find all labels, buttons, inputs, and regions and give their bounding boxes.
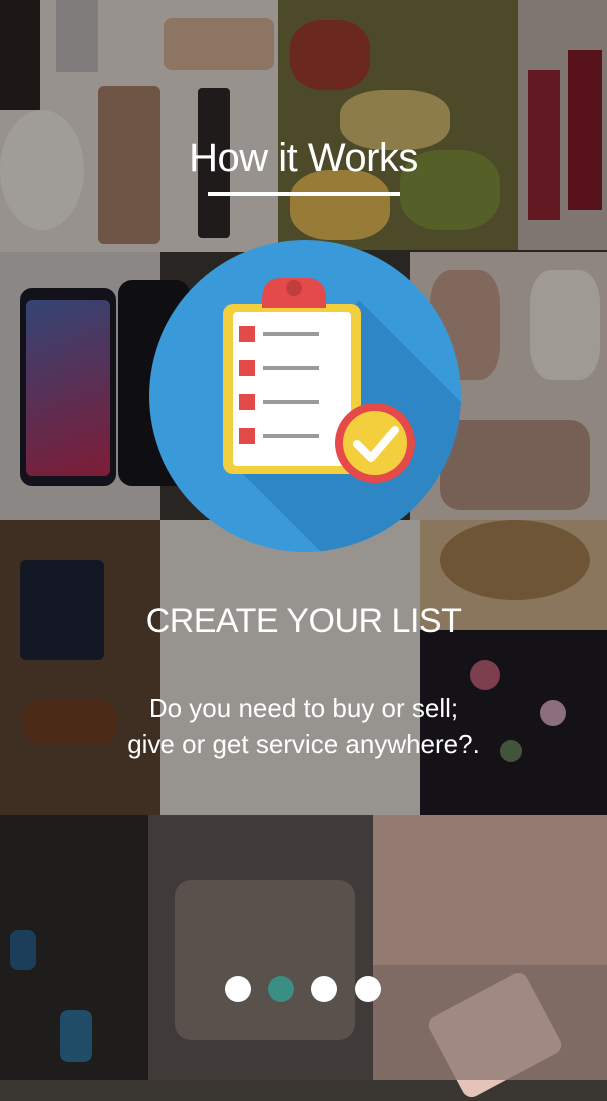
step-description: Do you need to buy or sell; give or get … <box>0 690 607 762</box>
page-dot-2[interactable] <box>268 976 294 1002</box>
page-dot-3[interactable] <box>311 976 337 1002</box>
step-heading: CREATE YOUR LIST <box>145 602 462 640</box>
page-dot-4[interactable] <box>355 976 381 1002</box>
page-indicator <box>225 976 385 1002</box>
title-underline <box>208 192 400 196</box>
step-description-line-1: Do you need to buy or sell; <box>148 693 459 723</box>
page-title: How it Works <box>189 136 418 180</box>
checklist-icon <box>149 240 461 552</box>
page-dot-1[interactable] <box>225 976 251 1002</box>
step-description-line-2: give or get service anywhere?. <box>127 729 480 759</box>
